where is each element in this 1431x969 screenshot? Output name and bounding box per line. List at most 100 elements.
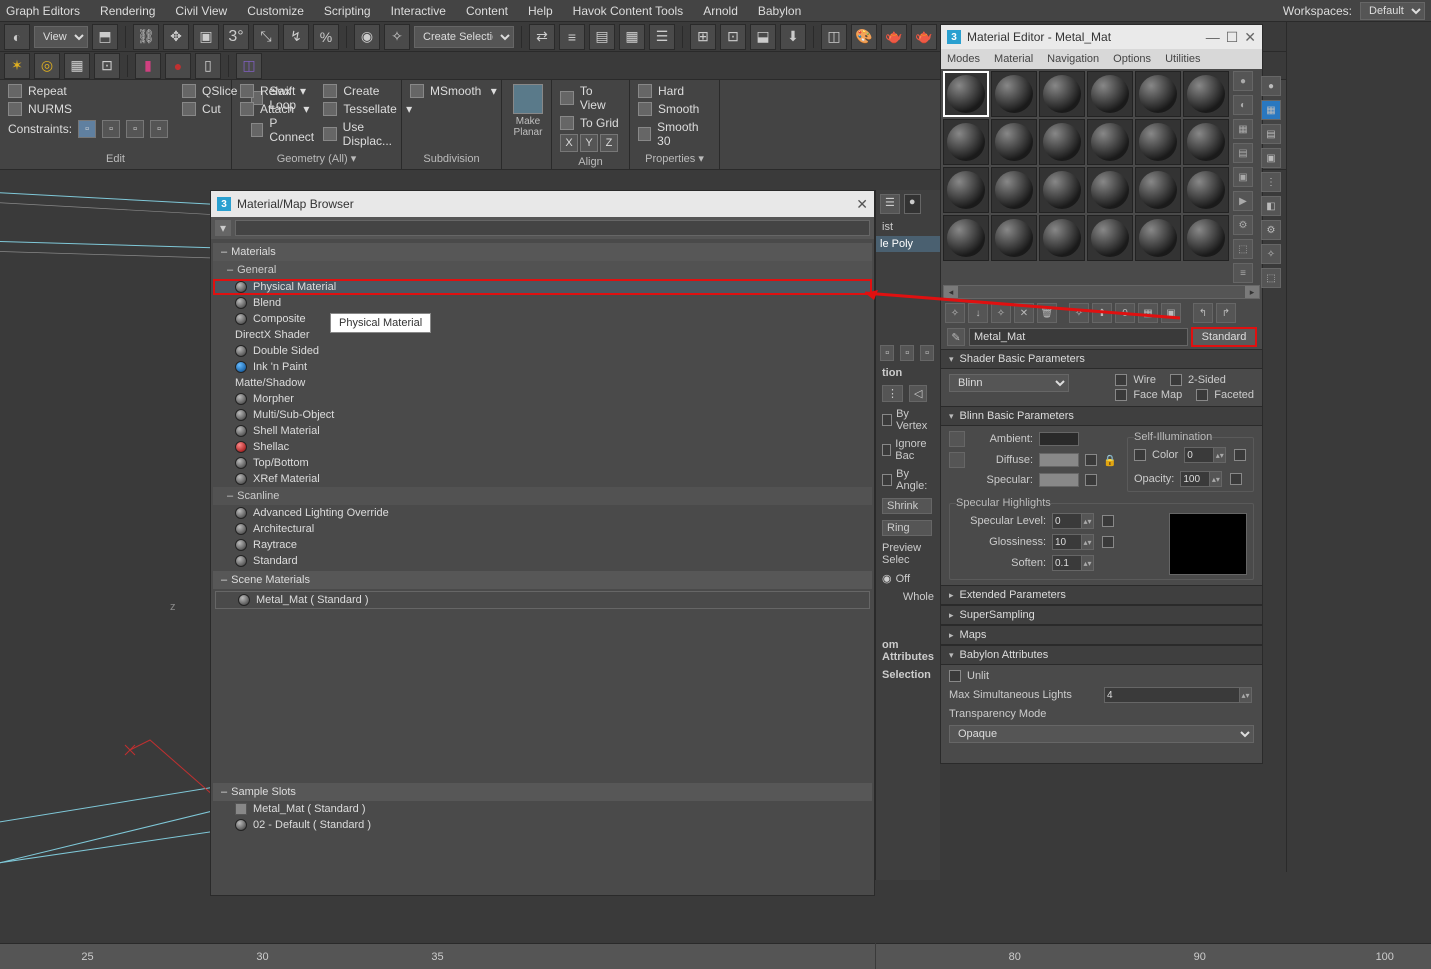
sample-slot[interactable] bbox=[1135, 119, 1181, 165]
selection-hdr[interactable]: tion bbox=[876, 364, 940, 382]
icon-btn[interactable]: ▫ bbox=[900, 345, 914, 361]
ribbon-nurms[interactable]: NURMS bbox=[8, 102, 168, 116]
unlit-checkbox[interactable]: Unlit bbox=[949, 670, 1254, 682]
mmb-item-architectural[interactable]: Architectural bbox=[213, 521, 872, 537]
mmb-item-topbottom[interactable]: Top/Bottom bbox=[213, 455, 872, 471]
maximize-icon[interactable]: ☐ bbox=[1226, 29, 1239, 46]
selfillum-map-btn[interactable] bbox=[1234, 449, 1246, 461]
material-editor-icon[interactable]: ◫ bbox=[821, 24, 847, 50]
opacity-map-btn[interactable] bbox=[1230, 473, 1242, 485]
options-icon[interactable]: ⚙ bbox=[1233, 215, 1253, 235]
menu-help[interactable]: Help bbox=[528, 4, 553, 18]
ribbon-attach[interactable]: Attach ▾ bbox=[240, 102, 309, 116]
med-menu-options[interactable]: Options bbox=[1113, 53, 1151, 65]
rollout-blinn-basic[interactable]: ▾Blinn Basic Parameters bbox=[941, 406, 1262, 426]
make-unique-icon[interactable]: ✧ bbox=[1069, 303, 1089, 323]
sample-slot[interactable] bbox=[1135, 167, 1181, 213]
color-checkbox[interactable] bbox=[1134, 449, 1146, 461]
gloss-map-btn[interactable] bbox=[1102, 536, 1114, 548]
rt-icon-3[interactable]: ▤ bbox=[1261, 124, 1281, 144]
minimize-icon[interactable]: — bbox=[1206, 29, 1220, 45]
sample-slot[interactable] bbox=[1183, 119, 1229, 165]
rt-icon-7[interactable]: ⚙ bbox=[1261, 220, 1281, 240]
reset-icon[interactable]: ✕ bbox=[1014, 303, 1034, 323]
med-menu-navigation[interactable]: Navigation bbox=[1047, 53, 1099, 65]
select-by-material-icon[interactable]: ⬚ bbox=[1233, 239, 1253, 259]
mmb-slot-item-0[interactable]: Metal_Mat ( Standard ) bbox=[213, 801, 872, 817]
vertex-icon[interactable]: ⋮ bbox=[882, 385, 903, 402]
ambient-swatch[interactable] bbox=[1039, 432, 1079, 446]
reactor-icon[interactable]: ✶ bbox=[4, 53, 30, 79]
wand-icon[interactable]: ✧ bbox=[384, 24, 410, 50]
material-id-icon[interactable]: ≡ bbox=[1233, 263, 1253, 283]
mmb-item-matte[interactable]: Matte/Shadow bbox=[213, 375, 872, 391]
select-icon[interactable]: ▣ bbox=[193, 24, 219, 50]
percent-icon[interactable]: % bbox=[313, 24, 339, 50]
sample-slot[interactable] bbox=[943, 215, 989, 261]
cmd-icon[interactable]: ☰ bbox=[880, 194, 900, 214]
close-icon[interactable]: ✕ bbox=[856, 196, 868, 213]
mmb-search-input[interactable] bbox=[235, 220, 870, 236]
ribbon-togrid[interactable]: To Grid bbox=[560, 116, 621, 130]
rt-icon-8[interactable]: ✧ bbox=[1261, 244, 1281, 264]
diffuse-swatch[interactable] bbox=[1039, 453, 1079, 467]
menu-scripting[interactable]: Scripting bbox=[324, 4, 371, 18]
put-to-library-icon[interactable]: ⬆ bbox=[1092, 303, 1112, 323]
sample-slot[interactable] bbox=[1183, 215, 1229, 261]
specular-map-btn[interactable] bbox=[1085, 474, 1097, 486]
constraint-btn-1[interactable]: ▫ bbox=[78, 120, 96, 138]
ribbon-qslice[interactable]: QSlice bbox=[182, 84, 237, 98]
mmb-titlebar[interactable]: 3 Material/Map Browser ✕ bbox=[211, 191, 874, 217]
maxlights-spinner[interactable]: ▴▾ bbox=[1104, 687, 1254, 703]
tool-btn-17[interactable]: ⬓ bbox=[750, 24, 776, 50]
med-menu-utilities[interactable]: Utilities bbox=[1165, 53, 1200, 65]
mmb-item-shell[interactable]: Shell Material bbox=[213, 423, 872, 439]
link-icon[interactable]: ⛓ bbox=[133, 24, 159, 50]
material-type-button[interactable]: Standard bbox=[1192, 328, 1256, 346]
by-angle[interactable]: By Angle: bbox=[876, 465, 940, 495]
mmb-item-composite[interactable]: Composite bbox=[213, 311, 872, 327]
icon-8[interactable]: ◫ bbox=[236, 53, 262, 79]
sample-slot[interactable] bbox=[943, 119, 989, 165]
mmb-cat-scene[interactable]: –Scene Materials bbox=[213, 571, 872, 589]
ignore-back[interactable]: Ignore Bac bbox=[876, 435, 940, 465]
tool-btn-13[interactable]: ▦ bbox=[619, 24, 645, 50]
mmb-scene-item-0[interactable]: Metal_Mat ( Standard ) bbox=[215, 591, 870, 609]
mmb-item-morpher[interactable]: Morpher bbox=[213, 391, 872, 407]
mmb-subcat-general[interactable]: –General bbox=[213, 261, 872, 279]
show-end-result-icon[interactable]: ▣ bbox=[1161, 303, 1181, 323]
sample-slot[interactable] bbox=[1135, 215, 1181, 261]
selection-rollout[interactable]: Selection bbox=[876, 666, 940, 684]
make-preview-icon[interactable]: ▶ bbox=[1233, 191, 1253, 211]
align-y[interactable]: Y bbox=[580, 134, 598, 152]
lock-icon[interactable]: 🔒 bbox=[1103, 453, 1117, 467]
mmb-item-shellac[interactable]: Shellac bbox=[213, 439, 872, 455]
shader-select[interactable]: Blinn bbox=[949, 374, 1069, 392]
ribbon-cut[interactable]: Cut bbox=[182, 102, 237, 116]
mmb-item-standard[interactable]: Standard bbox=[213, 553, 872, 569]
layers-icon[interactable]: ▤ bbox=[589, 24, 615, 50]
tool-btn-16[interactable]: ⊡ bbox=[720, 24, 746, 50]
scale-icon[interactable]: ⤡ bbox=[253, 24, 279, 50]
assign-icon[interactable]: ✧ bbox=[991, 303, 1011, 323]
sample-slot[interactable] bbox=[943, 71, 989, 117]
render-setup-icon[interactable]: 🎨 bbox=[851, 24, 877, 50]
icon-4[interactable]: ⊡ bbox=[94, 53, 120, 79]
sample-type-icon[interactable]: ● bbox=[1233, 71, 1253, 91]
ribbon-usedisplac[interactable]: Use Displac... bbox=[323, 120, 412, 148]
spec-level-spinner[interactable]: ▴▾ bbox=[1052, 513, 1096, 529]
tool-btn-7[interactable]: ↯ bbox=[283, 24, 309, 50]
opacity-spinner[interactable]: ▴▾ bbox=[1180, 471, 1224, 487]
view-select[interactable]: View bbox=[34, 26, 88, 48]
sample-slot[interactable] bbox=[1135, 71, 1181, 117]
rt-icon-1[interactable]: ● bbox=[1261, 76, 1281, 96]
off-radio[interactable]: ◉Off bbox=[876, 569, 940, 588]
constraint-btn-2[interactable]: ▫ bbox=[102, 120, 120, 138]
get-material-icon[interactable]: ✧ bbox=[945, 303, 965, 323]
med-menu-modes[interactable]: Modes bbox=[947, 53, 980, 65]
rt-icon-9[interactable]: ⬚ bbox=[1261, 268, 1281, 288]
tool-btn-14[interactable]: ☰ bbox=[649, 24, 675, 50]
mirror-icon[interactable]: ⇄ bbox=[529, 24, 555, 50]
tool-btn-1[interactable]: ⬒ bbox=[92, 24, 118, 50]
rollout-supersampling[interactable]: ▸SuperSampling bbox=[941, 605, 1262, 625]
